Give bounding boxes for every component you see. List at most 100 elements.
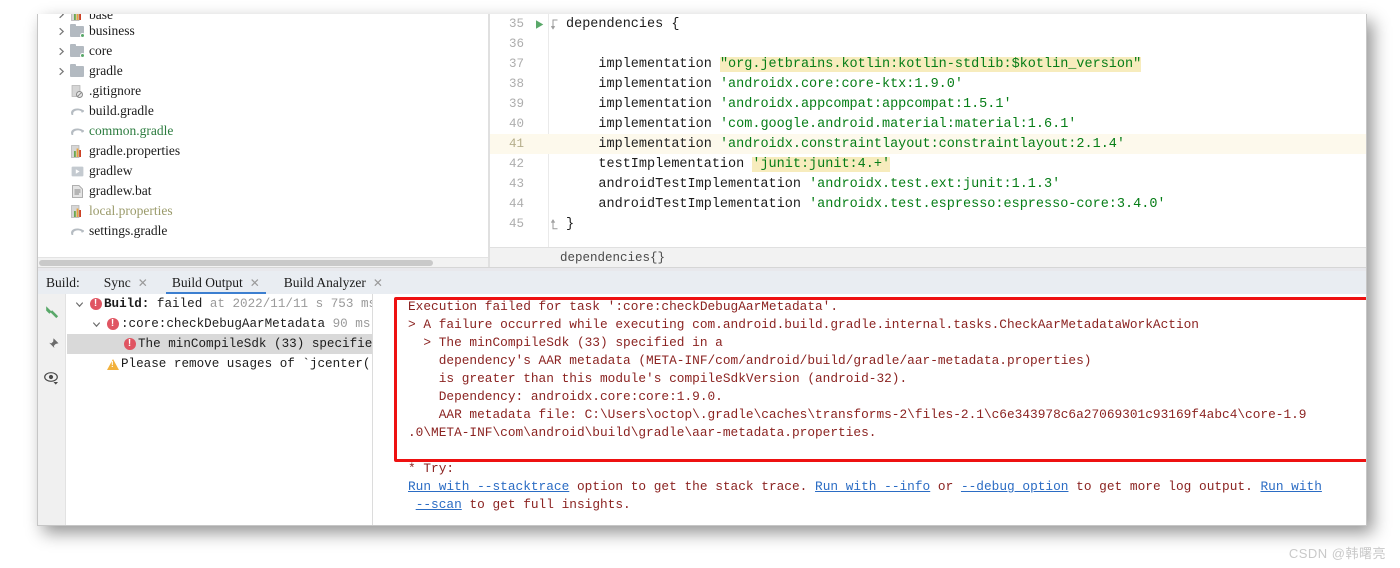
chevron-right-icon[interactable] [54,21,68,41]
tree-item-business[interactable]: business [38,21,488,41]
breadcrumb[interactable]: dependencies{} [560,251,665,265]
code-text[interactable]: androidTestImplementation 'androidx.test… [562,177,1060,192]
code-editor[interactable]: 35 dependencies { 36 37 implementation "org… [490,14,1366,267]
tree-item-label: base [89,14,113,21]
code-text[interactable]: implementation 'androidx.core:core-ktx:1… [562,77,963,92]
tab-label: Sync [103,274,131,290]
console-text: AAR metadata file: C:\Users\octop\.gradl… [408,407,1307,422]
tab-sync[interactable]: Sync ✕ [98,271,154,294]
tree-item-gradlew-bat[interactable]: gradlew.bat [38,181,488,201]
code-line-42[interactable]: 42 testImplementation 'junit:junit:4.+' [490,154,1366,174]
code-text[interactable]: testImplementation 'junit:junit:4.+' [562,156,891,172]
console-link[interactable]: Run with [1260,479,1321,494]
tree-item-label: gradlew.bat [89,183,152,198]
tree-item-local-properties[interactable]: local.properties [38,201,488,221]
close-tab-icon[interactable]: ✕ [250,277,260,289]
rerun-build-icon[interactable] [42,302,62,322]
line-number[interactable]: 42 [490,157,530,171]
code-text[interactable]: implementation "org.jetbrains.kotlin:kot… [562,56,1142,72]
tree-item-gradle[interactable]: gradle [38,61,488,81]
code-keyword: implementation [598,56,712,72]
code-string-literal: 'androidx.constraintlayout:constraintlay… [719,136,1126,152]
chevron-right-icon[interactable] [54,61,68,81]
code-line-44[interactable]: 44 androidTestImplementation 'androidx.t… [490,194,1366,214]
line-number[interactable]: 40 [490,117,530,131]
console-link[interactable]: Run with --stacktrace [408,479,569,494]
error-icon [104,317,121,330]
console-text: .0\META-INF\com\android\build\gradle\aar… [408,425,877,440]
close-tab-icon[interactable]: ✕ [373,277,383,289]
code-lines-container[interactable]: 35 dependencies { 36 37 implementation "org… [490,14,1366,247]
tree-item--gitignore[interactable]: .gitignore [38,81,488,101]
code-text[interactable]: } [562,217,574,232]
fold-close-icon[interactable] [548,218,562,230]
code-line-39[interactable]: 39 implementation 'androidx.appcompat:ap… [490,94,1366,114]
line-number[interactable]: 38 [490,77,530,91]
run-gradle-task-icon[interactable] [530,19,548,30]
pin-tab-icon[interactable] [42,335,62,355]
code-text[interactable]: implementation 'com.google.android.mater… [562,117,1076,132]
tree-item-core[interactable]: core [38,41,488,61]
tree-item-common-gradle[interactable]: common.gradle [38,121,488,141]
build-tree-row[interactable]: The minCompileSdk (33) specified [67,334,372,354]
chevron-right-icon[interactable] [54,14,68,21]
console-link[interactable]: --debug option [961,479,1069,494]
code-text[interactable]: implementation 'androidx.appcompat:appco… [562,97,1011,112]
chevron-right-icon[interactable] [54,41,68,61]
line-number[interactable]: 35 [490,17,530,31]
code-text[interactable]: androidTestImplementation 'androidx.test… [562,197,1165,212]
chevron-down-icon[interactable] [71,300,87,309]
build-tree-row[interactable]: Build: failed at 2022/11/11 s 753 ms [67,294,372,314]
code-line-41[interactable]: 41 implementation 'androidx.constraintla… [490,134,1366,154]
project-tree-panel[interactable]: base business core gradle .gitignore build.gr… [38,14,488,267]
code-line-37[interactable]: 37 implementation "org.jetbrains.kotlin:… [490,54,1366,74]
console-line: dependency's AAR metadata (META-INF/com/… [374,352,1366,370]
tree-item-gradlew[interactable]: gradlew [38,161,488,181]
code-line-38[interactable]: 38 implementation 'androidx.core:core-kt… [490,74,1366,94]
toggle-view-icon[interactable] [42,368,62,388]
line-number[interactable]: 43 [490,177,530,191]
build-tree-row[interactable]: Please remove usages of `jcenter() [67,354,372,374]
tree-item-label: business [89,23,135,38]
build-tree-row[interactable]: :core:checkDebugAarMetadata 90 ms [67,314,372,334]
line-number[interactable]: 45 [490,217,530,231]
code-line-45[interactable]: 45} [490,214,1366,234]
build-output-console[interactable]: Execution failed for task ':core:checkDe… [374,294,1366,525]
chevron-down-icon[interactable] [88,320,104,329]
code-keyword: androidTestImplementation [598,176,801,192]
scrollbar-thumb[interactable] [39,260,433,266]
tab-build-analyzer[interactable]: Build Analyzer ✕ [278,271,389,294]
close-tab-icon[interactable]: ✕ [138,277,148,289]
editor-breadcrumb-bar: dependencies{} [490,247,1366,267]
code-line-43[interactable]: 43 androidTestImplementation 'androidx.t… [490,174,1366,194]
tab-build-output[interactable]: Build Output ✕ [165,271,266,294]
tree-item-settings-gradle[interactable]: settings.gradle [38,221,488,241]
gradle-file-icon [68,101,86,121]
tree-item-gradle-properties[interactable]: gradle.properties [38,141,488,161]
fold-open-icon[interactable] [548,19,562,30]
line-number[interactable]: 37 [490,57,530,71]
code-line-35[interactable]: 35 dependencies { [490,14,1366,34]
code-line-36[interactable]: 36 [490,34,1366,54]
console-link[interactable]: Run with --info [815,479,930,494]
console-text: * Try: [408,461,455,476]
console-line: is greater than this module's compileSdk… [374,370,1366,388]
code-line-40[interactable]: 40 implementation 'com.google.android.ma… [490,114,1366,134]
line-number[interactable]: 44 [490,197,530,211]
line-number[interactable]: 41 [490,137,530,151]
code-text[interactable]: dependencies { [562,17,679,32]
tree-item-build-gradle[interactable]: build.gradle [38,101,488,121]
tree-item-base[interactable]: base [38,14,488,21]
code-text[interactable]: implementation 'androidx.constraintlayou… [562,137,1125,152]
console-line: --scan to get full insights. [374,496,1366,514]
console-line: AAR metadata file: C:\Users\octop\.gradl… [374,406,1366,424]
build-tree-label-main: :core:checkDebugAarMetadata [121,317,326,331]
project-tree-hscrollbar[interactable] [38,257,488,267]
script-run-icon [68,161,86,181]
warning-icon [104,358,121,370]
line-number[interactable]: 39 [490,97,530,111]
console-text: or [930,479,961,494]
console-link[interactable]: --scan [416,497,462,512]
build-results-tree[interactable]: Build: failed at 2022/11/11 s 753 ms:cor… [67,294,373,525]
line-number[interactable]: 36 [490,37,530,51]
